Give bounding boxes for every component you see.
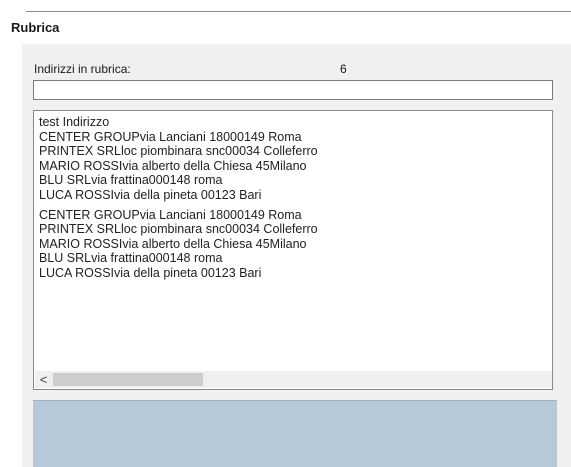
- list-item[interactable]: CENTER GROUPvia Lanciani 18000149 Roma: [39, 130, 552, 145]
- address-listbox[interactable]: test Indirizzo CENTER GROUPvia Lanciani …: [33, 110, 553, 390]
- scroll-left-arrow-icon[interactable]: <: [35, 371, 52, 388]
- address-list: test Indirizzo CENTER GROUPvia Lanciani …: [34, 111, 552, 281]
- list-item[interactable]: PRINTEX SRLloc piombinara snc00034 Colle…: [39, 222, 552, 237]
- list-item[interactable]: test Indirizzo: [39, 115, 552, 130]
- rubrica-window: Rubrica Indirizzi in rubrica: 6 test Ind…: [0, 0, 571, 467]
- bottom-panel: [33, 400, 557, 467]
- horizontal-scrollbar[interactable]: <: [35, 371, 552, 388]
- list-item[interactable]: CENTER GROUPvia Lanciani 18000149 Roma: [39, 208, 552, 223]
- address-count-label: Indirizzi in rubrica:: [34, 62, 131, 76]
- list-item[interactable]: BLU SRLvia frattina000148 roma: [39, 251, 552, 266]
- list-item[interactable]: PRINTEX SRLloc piombinara snc00034 Colle…: [39, 144, 552, 159]
- list-item[interactable]: LUCA ROSSIvia della pineta 00123 Bari: [39, 188, 552, 203]
- address-count-value: 6: [340, 62, 347, 76]
- list-item[interactable]: LUCA ROSSIvia della pineta 00123 Bari: [39, 266, 552, 281]
- list-item[interactable]: MARIO ROSSIvia alberto della Chiesa 45Mi…: [39, 159, 552, 174]
- window-title: Rubrica: [11, 20, 60, 35]
- list-item[interactable]: BLU SRLvia frattina000148 roma: [39, 173, 552, 188]
- list-item[interactable]: MARIO ROSSIvia alberto della Chiesa 45Mi…: [39, 237, 552, 252]
- title-bar: Rubrica: [0, 14, 571, 44]
- address-search-input[interactable]: [33, 80, 553, 100]
- scroll-thumb[interactable]: [53, 373, 203, 386]
- window-top-border: [26, 11, 571, 12]
